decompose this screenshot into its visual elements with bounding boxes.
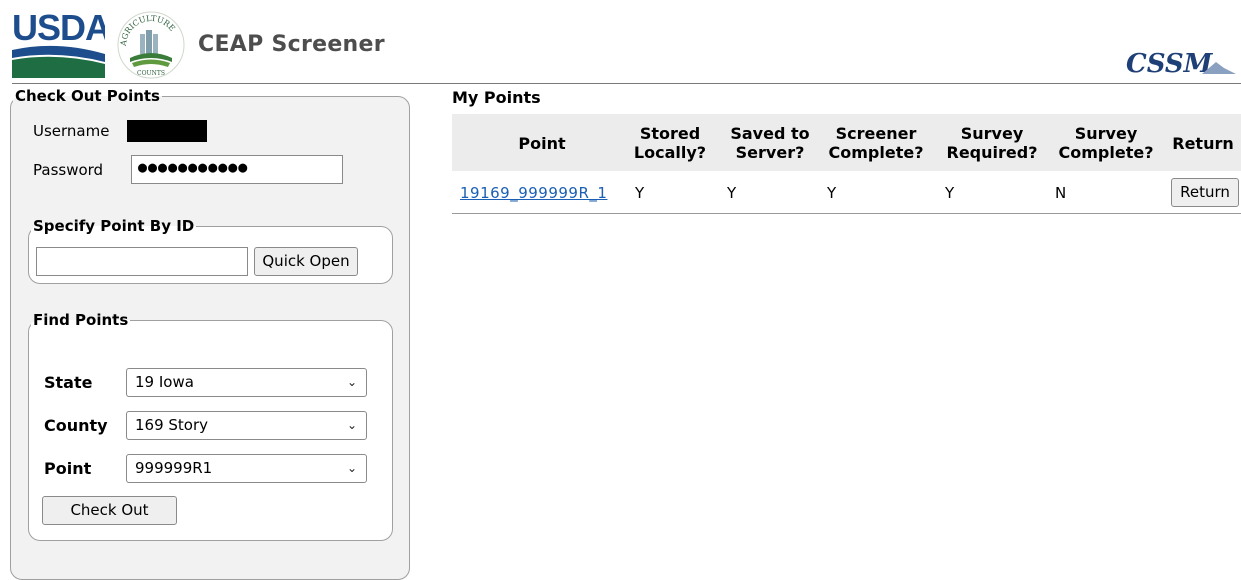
county-label: County [44, 416, 108, 435]
column-header-stored-locally: Stored Locally? [633, 124, 707, 162]
column-header-survey-required: Survey Required? [946, 124, 1038, 162]
point-link[interactable]: 19169_999999R_1 [460, 184, 607, 202]
cell-saved-to-server: Y [727, 184, 737, 202]
chevron-down-icon: ⌄ [346, 418, 357, 432]
app-title: CEAP Screener [198, 32, 385, 57]
usda-logo-text: USDA [12, 10, 105, 48]
point-label: Point [44, 459, 92, 478]
cell-survey-required: Y [945, 184, 955, 202]
chevron-down-icon: ⌄ [346, 461, 357, 475]
cssm-logo: CSSM [1126, 49, 1236, 78]
cell-stored-locally: Y [635, 184, 645, 202]
state-select-value: 19 Iowa [135, 373, 194, 391]
chevron-down-icon: ⌄ [346, 375, 357, 389]
county-select-value: 169 Story [135, 416, 209, 434]
county-select[interactable]: 169 Story ⌄ [126, 411, 367, 440]
table-bottom-divider [452, 213, 1241, 214]
header-divider [12, 83, 1241, 84]
point-select-value: 999999R1 [135, 459, 213, 477]
my-points-table-header: Point Stored Locally? Saved to Server? Scr… [452, 114, 1241, 171]
return-button[interactable]: Return [1171, 178, 1239, 207]
username-value-redacted [127, 120, 207, 142]
point-id-input[interactable] [36, 247, 248, 276]
check-out-button[interactable]: Check Out [42, 496, 177, 525]
usda-logo: USDA [12, 10, 105, 78]
specify-point-legend: Specify Point By ID [33, 217, 195, 235]
password-field[interactable]: ●●●●●●●●●●● [131, 155, 343, 184]
agriculture-counts-seal: AGRICULTURE COUNTS [117, 11, 185, 79]
cssm-logo-text: CSSM [1126, 49, 1214, 78]
state-select[interactable]: 19 Iowa ⌄ [126, 368, 367, 397]
my-points-title: My Points [452, 88, 541, 107]
state-label: State [44, 373, 93, 392]
column-header-saved-to-server: Saved to Server? [730, 124, 810, 162]
quick-open-button[interactable]: Quick Open [254, 247, 358, 276]
column-header-point: Point [518, 134, 566, 153]
seal-text-bottom: COUNTS [137, 70, 165, 77]
column-header-return: Return [1172, 134, 1234, 153]
password-label: Password [33, 161, 104, 179]
column-header-survey-complete: Survey Complete? [1058, 124, 1154, 162]
cell-survey-complete: N [1055, 184, 1067, 202]
username-label: Username [33, 122, 110, 140]
find-points-legend: Find Points [33, 311, 129, 329]
table-row: 19169_999999R_1 [460, 184, 607, 202]
cell-screener-complete: Y [827, 184, 837, 202]
check-out-points-legend: Check Out Points [15, 87, 160, 105]
point-select[interactable]: 999999R1 ⌄ [126, 454, 367, 483]
column-header-screener-complete: Screener Complete? [828, 124, 924, 162]
